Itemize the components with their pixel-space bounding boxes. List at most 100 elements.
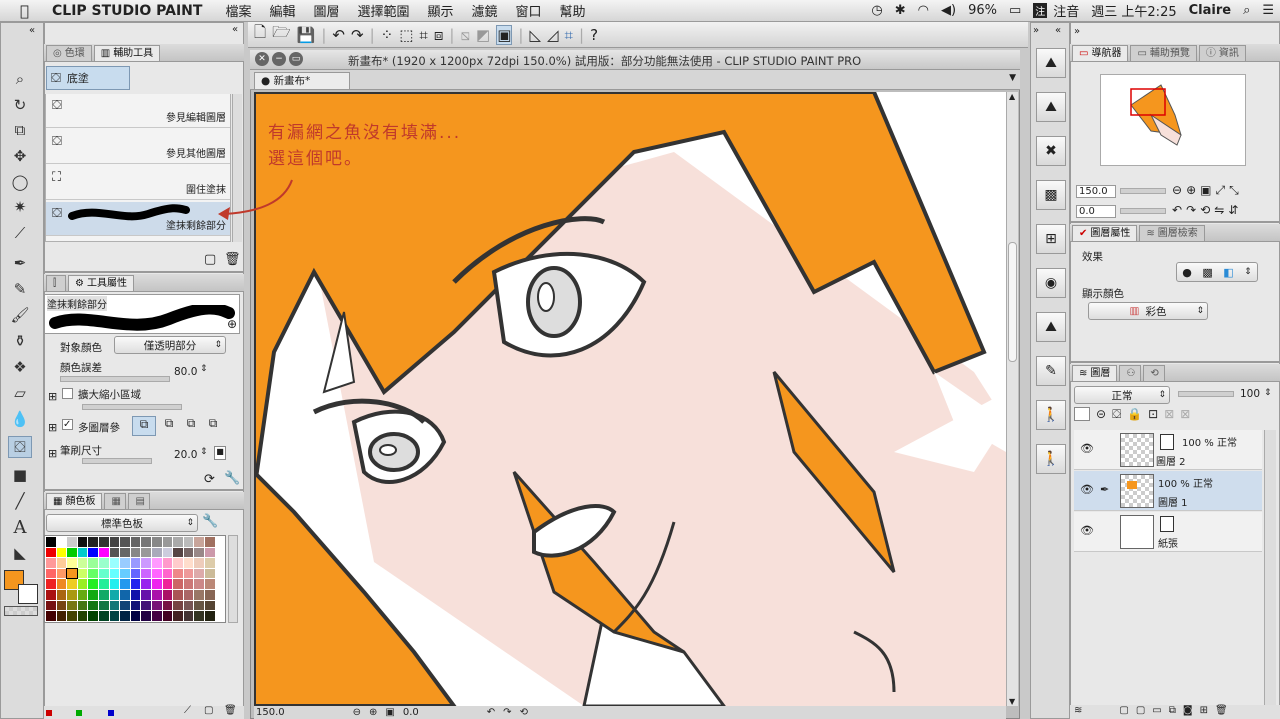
color-swatch[interactable] <box>109 537 120 547</box>
brush-size-stepper[interactable]: ⇕ <box>200 447 208 457</box>
lock-layer-icon[interactable]: 🔒 <box>1127 407 1142 422</box>
blend-mode-dropdown[interactable]: 正常 <box>1074 386 1170 404</box>
spotlight-icon[interactable]: ⌕ <box>1243 3 1250 18</box>
color-swatch[interactable] <box>152 611 162 621</box>
delete-color-icon[interactable]: 🗑 <box>224 705 237 716</box>
color-swatch[interactable] <box>67 558 77 568</box>
status-reset-rotation-icon[interactable]: ⟲ <box>520 707 528 718</box>
material-image-icon[interactable]: ⛰ <box>1036 48 1066 78</box>
material-frame-icon[interactable]: ⊞ <box>1036 224 1066 254</box>
clock[interactable]: 週三 上午2:25 <box>1091 1 1176 20</box>
canvas-vertical-scrollbar[interactable]: ▲ ▼ <box>1006 92 1018 706</box>
color-swatch[interactable] <box>194 611 204 621</box>
reset-rotation-icon[interactable]: ⟲ <box>1200 203 1210 217</box>
color-swatch[interactable] <box>56 590 67 600</box>
color-swatch[interactable] <box>67 547 77 558</box>
border-effect-icon[interactable]: ● <box>1182 266 1192 279</box>
collapse-panels-icon[interactable]: « <box>232 24 238 35</box>
color-swatch[interactable] <box>99 590 109 600</box>
clear-icon[interactable]: ⧅ <box>460 26 470 44</box>
color-swatch[interactable] <box>205 600 215 611</box>
collapse-right-icon[interactable]: » <box>1033 25 1039 36</box>
new-file-icon[interactable]: 🗋 <box>254 22 266 47</box>
flip-horizontal-icon[interactable]: ⇋ <box>1214 203 1224 217</box>
tab-animation[interactable]: ⚇ <box>1119 365 1142 381</box>
save-icon[interactable]: 💾 <box>297 26 316 44</box>
color-swatch[interactable] <box>141 579 151 589</box>
color-swatch[interactable] <box>205 568 215 579</box>
new-vector-layer-icon[interactable]: ▢ <box>1136 705 1145 719</box>
color-swatch[interactable] <box>205 590 215 600</box>
tolerance-slider[interactable] <box>60 376 170 382</box>
tab-menu-icon[interactable]: ▼ <box>1009 73 1016 83</box>
material-pattern-icon[interactable]: ✖ <box>1036 136 1066 166</box>
color-swatch[interactable] <box>46 611 56 621</box>
color-swatch[interactable] <box>99 611 109 621</box>
color-swatch[interactable] <box>194 600 204 611</box>
palette-settings-icon[interactable]: 🔧 <box>202 514 218 529</box>
color-swatch[interactable] <box>66 567 78 580</box>
select-all-icon[interactable]: ⁘ <box>381 26 394 44</box>
input-method-icon[interactable]: 注 <box>1033 3 1048 18</box>
delete-layer-icon[interactable]: 🗑 <box>1215 705 1228 719</box>
color-swatch[interactable] <box>56 537 67 547</box>
color-swatch[interactable] <box>77 568 88 579</box>
color-swatch[interactable] <box>46 600 56 611</box>
active-tool-button[interactable]: ⛋ 底塗 <box>46 66 130 90</box>
color-swatch[interactable] <box>141 558 151 568</box>
color-swatch[interactable] <box>56 579 67 589</box>
undo-icon[interactable]: ↶ <box>332 26 345 44</box>
text-tool-icon[interactable]: A <box>8 516 32 538</box>
color-swatch[interactable] <box>46 579 56 589</box>
color-swatch[interactable] <box>152 600 162 611</box>
close-window-icon[interactable]: ✕ <box>255 52 269 66</box>
tab-info[interactable]: ⓘ 資訊 <box>1198 45 1246 61</box>
status-fit-icon[interactable]: ▣ <box>385 707 394 718</box>
gradient-tool-icon[interactable]: ■ <box>8 464 32 486</box>
color-swatch[interactable] <box>88 537 98 547</box>
tone-effect-icon[interactable]: ▩ <box>1202 266 1212 279</box>
blend-tool-icon[interactable]: 💧 <box>8 408 32 430</box>
color-swatch[interactable] <box>162 579 173 589</box>
color-swatch[interactable] <box>162 537 173 547</box>
pen-tool-icon[interactable]: ✒ <box>8 252 32 274</box>
color-swatch[interactable] <box>152 558 162 568</box>
tab-sub-view[interactable]: ▭ 輔助預覽 <box>1130 45 1197 61</box>
zoom-window-icon[interactable]: ▭ <box>289 52 303 66</box>
color-swatch[interactable] <box>194 547 204 558</box>
time-machine-icon[interactable]: ◷ <box>871 3 882 18</box>
selection-tool-icon[interactable]: ◯ <box>8 171 32 193</box>
eyedropper-icon[interactable]: ⟋ <box>184 705 191 716</box>
color-swatch[interactable] <box>152 568 162 579</box>
scroll-down-icon[interactable]: ▼ <box>1009 697 1015 706</box>
sub-tool-item-paint-unpainted[interactable]: ⛋ 塗抹剩餘部分 <box>46 202 230 236</box>
color-swatch[interactable] <box>152 579 162 589</box>
zoom-preview-icon[interactable]: ⊕ <box>227 317 237 331</box>
fill-tool-icon[interactable]: ⛋ <box>8 436 32 458</box>
brush-tool-icon[interactable]: 🖌 <box>8 304 32 326</box>
color-swatch[interactable] <box>152 537 162 547</box>
battery-status[interactable]: 96% <box>968 3 997 18</box>
zoom-tool-icon[interactable]: ⌕ <box>8 68 32 90</box>
menu-filter[interactable]: 濾鏡 <box>472 1 498 20</box>
visibility-eye-icon[interactable]: 👁 <box>1080 442 1094 455</box>
sub-color-swatch[interactable] <box>18 584 38 604</box>
layer-scrollbar[interactable] <box>1264 430 1276 706</box>
tab-color-wheel[interactable]: ◎ 色環 <box>46 45 92 61</box>
menu-help[interactable]: 幫助 <box>560 1 586 20</box>
expand-slider[interactable] <box>82 404 182 410</box>
material-bg-icon[interactable]: ⛰ <box>1036 312 1066 342</box>
navigator-rotation-input[interactable]: 0.0 <box>1076 205 1116 218</box>
color-swatch[interactable] <box>77 590 88 600</box>
color-swatch[interactable] <box>141 600 151 611</box>
new-raster-layer-icon[interactable]: ▢ <box>1119 705 1128 719</box>
color-swatch[interactable] <box>205 611 215 621</box>
menu-selection[interactable]: 選擇範圍 <box>357 1 409 20</box>
lock-transparency-icon[interactable]: ⊡ <box>1148 407 1158 422</box>
color-swatch[interactable] <box>162 558 173 568</box>
opacity-slider[interactable] <box>1178 391 1234 397</box>
add-color-icon[interactable]: ▢ <box>204 705 213 716</box>
pencil-tool-icon[interactable]: ✎ <box>8 278 32 300</box>
color-swatch[interactable] <box>120 600 130 611</box>
color-swatch[interactable] <box>130 547 141 558</box>
